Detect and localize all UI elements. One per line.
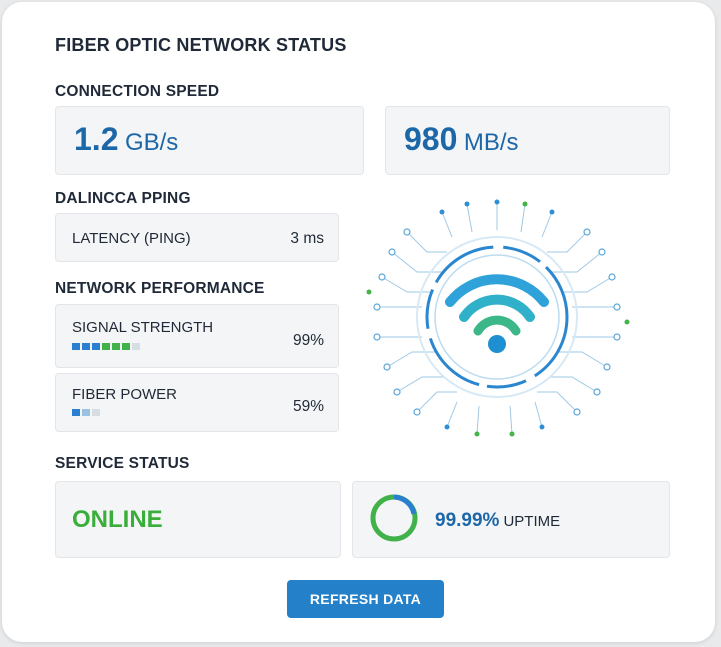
signal-strength-label: SIGNAL STRENGTH — [72, 319, 214, 336]
connection-speed-heading: CONNECTION SPEED — [55, 83, 220, 100]
online-status-text: ONLINE — [72, 506, 163, 533]
download-speed-box: 1.2 GB/s — [55, 106, 364, 175]
signal-bar-segment — [122, 343, 130, 350]
uptime-text: 99.99% UPTIME — [435, 510, 560, 532]
upload-speed-box: 980 MB/s — [385, 106, 670, 175]
signal-bar-segment — [102, 343, 110, 350]
refresh-data-button[interactable]: REFRESH DATA — [287, 580, 444, 618]
status-card: FIBER OPTIC NETWORK STATUS CONNECTION SP… — [2, 2, 715, 642]
fiber-power-label: FIBER POWER — [72, 386, 178, 403]
ping-heading: DALINCCA PPING — [55, 190, 191, 207]
fiber-bar-segment — [92, 409, 100, 416]
online-status-box: ONLINE — [55, 481, 341, 558]
signal-bar-segment — [112, 343, 120, 350]
service-status-heading: SERVICE STATUS — [55, 455, 190, 472]
signal-strength-value: 99% — [292, 332, 324, 349]
latency-value: 3 ms — [290, 230, 324, 247]
latency-box: LATENCY (PING) 3 ms — [55, 213, 339, 262]
signal-strength-bar — [72, 343, 140, 350]
uptime-label: UPTIME — [503, 513, 561, 530]
upload-speed-number: 980 — [404, 121, 458, 157]
signal-strength-box: SIGNAL STRENGTH 99% — [55, 304, 339, 368]
fiber-power-box: FIBER POWER 59% — [55, 373, 339, 432]
download-speed-value: 1.2 GB/s — [74, 121, 178, 158]
download-speed-unit: GB/s — [124, 129, 179, 156]
page-title: FIBER OPTIC NETWORK STATUS — [55, 35, 347, 55]
signal-bar-segment — [132, 343, 140, 350]
fiber-power-bar — [72, 409, 100, 416]
fiber-bar-segment — [72, 409, 80, 416]
signal-bar-segment — [92, 343, 100, 350]
upload-speed-value: 980 MB/s — [404, 121, 519, 158]
upload-speed-unit: MB/s — [463, 129, 519, 156]
download-speed-number: 1.2 — [74, 121, 119, 157]
uptime-box: 99.99% UPTIME — [352, 481, 670, 558]
fiber-power-value: 59% — [292, 398, 324, 415]
network-performance-heading: NETWORK PERFORMANCE — [55, 280, 265, 297]
latency-label: LATENCY (PING) — [72, 230, 191, 247]
uptime-value: 99.99% — [435, 510, 500, 531]
fiber-bar-segment — [82, 409, 90, 416]
wifi-circuit-icon — [366, 199, 630, 437]
signal-bar-segment — [82, 343, 90, 350]
uptime-ring-icon — [370, 494, 418, 542]
signal-bar-segment — [72, 343, 80, 350]
